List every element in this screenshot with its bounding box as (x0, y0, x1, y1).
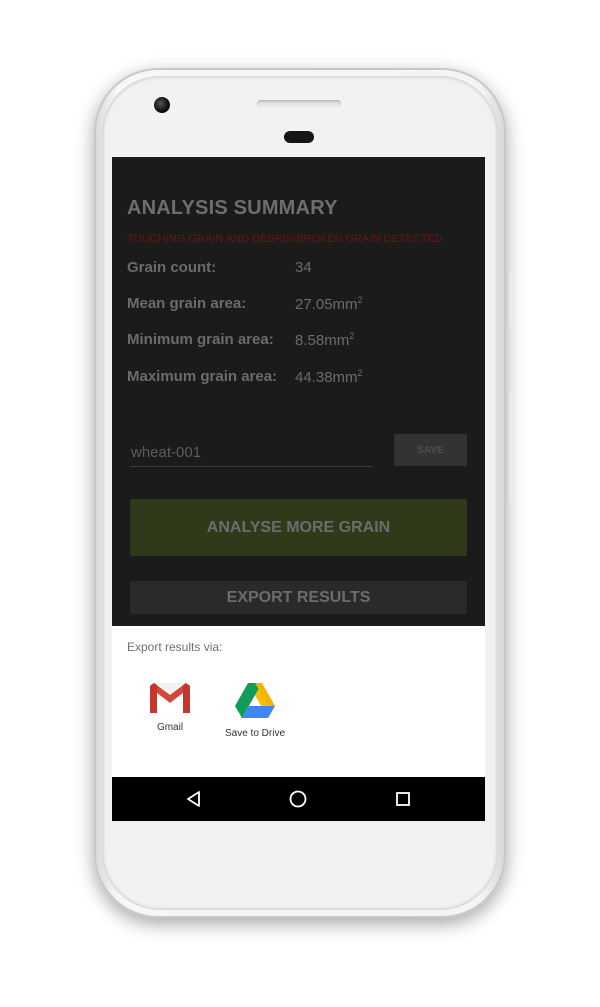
home-circle-icon[interactable] (286, 787, 310, 811)
export-share-sheet: Export results via: Gmail Save to Drive (112, 626, 485, 777)
gmail-icon (150, 683, 190, 713)
sample-name-input[interactable] (130, 440, 373, 467)
google-drive-icon (235, 683, 275, 719)
dimmed-app-content[interactable]: ANALYSIS SUMMARY TOUCHING GRAIN AND DEBR… (112, 157, 485, 626)
stat-label: Minimum grain area: (127, 331, 274, 348)
stat-label: Maximum grain area: (127, 368, 278, 385)
share-option-label: Gmail (156, 722, 184, 733)
proximity-sensor (284, 131, 314, 143)
back-triangle-icon[interactable] (182, 787, 206, 811)
share-option-label: Save to Drive (224, 728, 286, 739)
share-sheet-title: Export results via: (127, 640, 223, 654)
front-camera (154, 97, 170, 113)
export-results-button[interactable]: EXPORT RESULTS (130, 581, 467, 614)
phone-power-button (506, 272, 512, 326)
phone-volume-button (506, 392, 512, 502)
share-option-gmail[interactable]: Gmail (125, 682, 215, 733)
earpiece-speaker (257, 100, 341, 107)
stat-value: 27.05mm2 (295, 295, 363, 313)
android-nav-bar (112, 777, 485, 821)
analyse-more-grain-button[interactable]: ANALYSE MORE GRAIN (130, 499, 467, 556)
stat-value: 34 (295, 259, 312, 276)
share-option-drive[interactable]: Save to Drive (210, 682, 300, 739)
stat-label: Grain count: (127, 259, 217, 276)
stat-value: 8.58mm2 (295, 331, 355, 349)
page-title: ANALYSIS SUMMARY (127, 197, 338, 219)
stat-value: 44.38mm2 (295, 368, 363, 386)
grain-warning-text: TOUCHING GRAIN AND DEBRIS/BROKEN GRAIN D… (127, 233, 443, 245)
phone-screen: ANALYSIS SUMMARY TOUCHING GRAIN AND DEBR… (112, 157, 485, 821)
stat-label: Mean grain area: (127, 295, 247, 312)
recents-square-icon[interactable] (391, 787, 415, 811)
save-button[interactable]: SAVE (394, 434, 467, 466)
